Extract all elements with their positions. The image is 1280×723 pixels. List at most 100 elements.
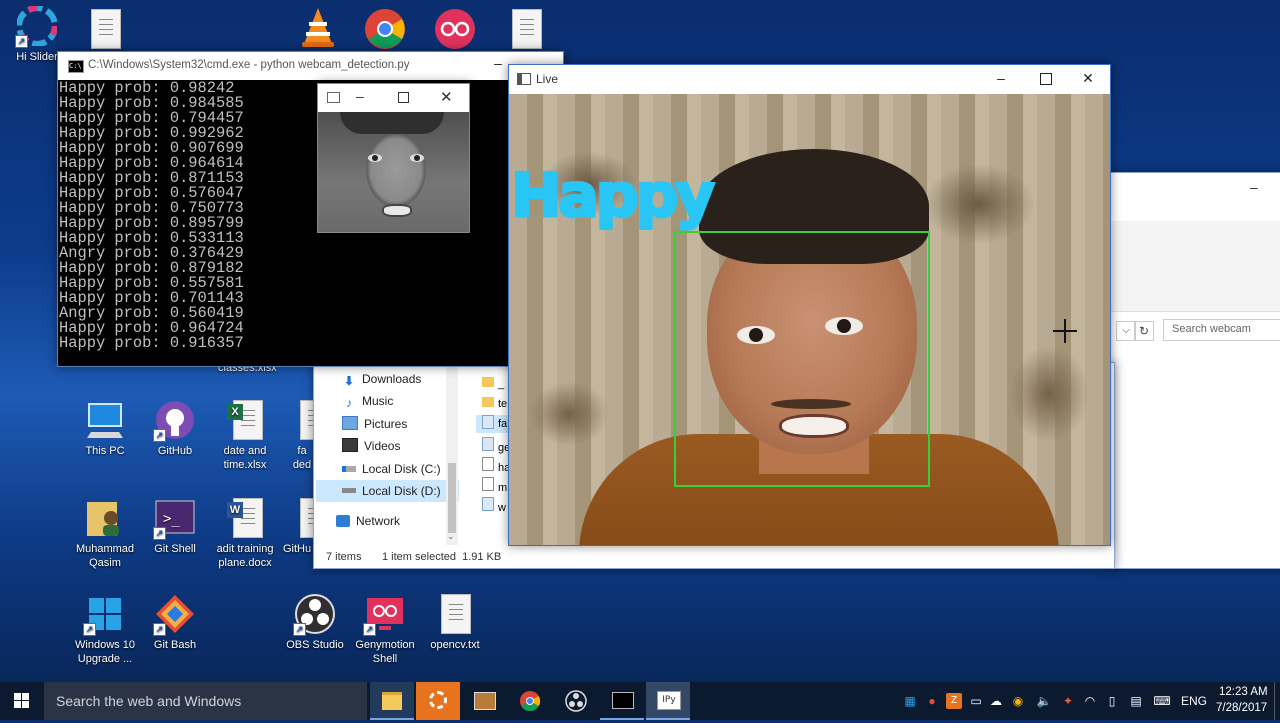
vlc-icon[interactable] <box>300 6 336 48</box>
nav-item-downloads[interactable]: ⬇ Downloads <box>342 369 421 389</box>
refresh-button[interactable]: ↻ <box>1134 321 1154 341</box>
folder-icon <box>482 377 494 387</box>
taskbar-cmd[interactable] <box>600 682 644 720</box>
file-item[interactable]: ha <box>482 457 510 474</box>
nav-item-pictures[interactable]: Pictures <box>342 414 407 434</box>
cmd-icon: C:\ <box>68 60 84 73</box>
face-crop-titlebar[interactable]: – ✕ <box>318 84 469 111</box>
taskbar-python-window[interactable]: IPy <box>646 682 690 720</box>
wifi-icon[interactable]: ◠ <box>1082 693 1098 709</box>
nav-scrollbar[interactable]: ⌄ <box>446 363 458 545</box>
battery-icon[interactable]: ▯ <box>1104 693 1120 709</box>
desktop-icon-partial[interactable]: GitHu <box>278 498 314 556</box>
desktop-icon-partial[interactable]: fa ded <box>278 400 314 472</box>
app-tray-icon[interactable]: Z <box>946 693 962 709</box>
chrome-tray-icon[interactable]: ◉ <box>1010 693 1026 709</box>
minimize-button[interactable]: – <box>979 65 1023 93</box>
file-icon[interactable] <box>91 9 121 49</box>
maximize-button[interactable] <box>1023 65 1067 93</box>
desktop-icon-this-pc[interactable]: This PC <box>68 400 142 458</box>
desktop-icon-git-shell[interactable]: >_ ↗ Git Shell <box>138 498 212 556</box>
text-file-icon[interactable] <box>512 9 542 49</box>
language-indicator[interactable]: ENG <box>1181 694 1207 708</box>
scroll-thumb[interactable] <box>448 463 456 533</box>
start-button[interactable] <box>0 682 44 720</box>
antivirus-tray-icon[interactable]: ● <box>924 693 940 709</box>
minimize-button[interactable]: – <box>1250 179 1258 195</box>
file-item[interactable]: _ <box>482 377 504 390</box>
file-item[interactable]: w <box>482 497 506 514</box>
maximize-button[interactable] <box>398 92 409 103</box>
file-item[interactable]: m <box>482 477 507 494</box>
volume-icon[interactable]: 🔈 <box>1036 693 1052 709</box>
show-desktop-button[interactable] <box>1274 682 1280 720</box>
face-mouth <box>382 204 412 217</box>
pictures-icon <box>342 416 358 430</box>
face-hair <box>340 112 444 134</box>
live-titlebar[interactable]: Live – ✕ <box>509 65 1110 93</box>
file-icon <box>482 457 494 471</box>
desktop-icon-windows-10-upgrade[interactable]: ↗ Windows 10 Upgrade ... <box>68 594 142 666</box>
windows-logo-icon <box>14 693 29 708</box>
windows-tray-icon[interactable]: ▦ <box>902 693 918 709</box>
scroll-down-icon[interactable]: ⌄ <box>447 531 455 542</box>
face-eye-right <box>410 154 424 162</box>
clock-time[interactable]: 12:23 AM <box>1219 686 1268 698</box>
desktop-icon-date-time[interactable]: X date and time.xlsx <box>208 400 282 472</box>
file-item[interactable]: ge <box>482 437 510 454</box>
terminal-icon <box>612 692 634 709</box>
face-detection-box <box>674 231 930 487</box>
desktop-icon-genymotion-shell[interactable]: ↗ Genymotion Shell <box>348 594 422 666</box>
python-file-icon <box>482 437 494 451</box>
network-tray-icon[interactable]: ▭ <box>968 693 984 709</box>
cmd-titlebar[interactable]: C:\ C:\Windows\System32\cmd.exe - python… <box>58 52 563 80</box>
computer-icon <box>85 400 125 440</box>
excel-file-icon: X <box>225 400 265 440</box>
hi-slider-icon: ↗ <box>15 5 58 48</box>
nav-item-local-disk-c[interactable]: Local Disk (C:) <box>342 459 441 479</box>
download-arrow-icon: ⬇ <box>343 374 355 388</box>
app-tray-icon[interactable]: ✦ <box>1060 693 1076 709</box>
desktop-icon-git-bash[interactable]: ↗ Git Bash <box>138 594 212 652</box>
clock-date[interactable]: 7/28/2017 <box>1216 702 1267 714</box>
desktop-icon-obs-studio[interactable]: ↗ OBS Studio <box>278 594 352 652</box>
file-icon <box>482 477 494 491</box>
search-input[interactable]: Search webcam <box>1163 319 1280 341</box>
file-item[interactable]: te <box>482 397 507 410</box>
cmd-output[interactable]: Happy prob: 0.98242 Happy prob: 0.984585 H… <box>58 80 563 366</box>
taskbar-file-explorer[interactable] <box>370 682 414 720</box>
shortcut-arrow-icon: ↗ <box>153 623 166 636</box>
nav-item-network[interactable]: Network <box>336 511 400 531</box>
desktop-icon-opencv[interactable]: opencv.txt <box>418 594 492 652</box>
videos-icon <box>342 438 358 452</box>
live-title: Live <box>536 72 559 86</box>
desktop-icon-label: Windows 10 Upgrade ... <box>75 639 135 665</box>
crosshair-cursor-icon <box>1053 319 1077 343</box>
close-button[interactable]: ✕ <box>440 88 453 106</box>
taskbar-chrome[interactable] <box>508 682 552 720</box>
close-button[interactable]: ✕ <box>1066 65 1110 93</box>
dropdown-chevron-icon[interactable]: ⌵ <box>1116 321 1136 341</box>
window-icon <box>517 73 531 85</box>
taskbar-hi-slider[interactable] <box>416 682 460 720</box>
minimize-button[interactable]: – <box>356 88 364 104</box>
genymotion-icon: ↗ <box>363 594 405 636</box>
desktop-icon-label: date and time.xlsx <box>223 445 267 471</box>
taskbar-app[interactable] <box>462 682 506 720</box>
taskbar-obs[interactable] <box>554 682 598 720</box>
taskbar-search-box[interactable]: Search the web and Windows <box>44 682 367 720</box>
search-placeholder: Search webcam <box>1172 323 1251 335</box>
desktop-icon-muhammad-qasim[interactable]: Muhammad Qasim <box>68 498 142 570</box>
keyboard-icon[interactable]: ⌨ <box>1152 693 1172 709</box>
desktop-icon-adit-training[interactable]: W adit training plane.docx <box>208 498 282 570</box>
nav-item-music[interactable]: ♪ Music <box>342 391 393 411</box>
desktop-icon-github[interactable]: ↗ GitHub <box>138 400 212 458</box>
genymotion-icon[interactable] <box>434 8 476 50</box>
nav-item-local-disk-d[interactable]: Local Disk (D:) <box>342 481 441 501</box>
ribbon <box>1106 221 1280 312</box>
word-file-icon: W <box>225 498 265 538</box>
cloud-tray-icon[interactable]: ☁ <box>988 693 1004 709</box>
nav-item-videos[interactable]: Videos <box>342 436 400 456</box>
notifications-icon[interactable]: ▤ <box>1128 693 1144 709</box>
chrome-icon[interactable] <box>364 8 406 50</box>
